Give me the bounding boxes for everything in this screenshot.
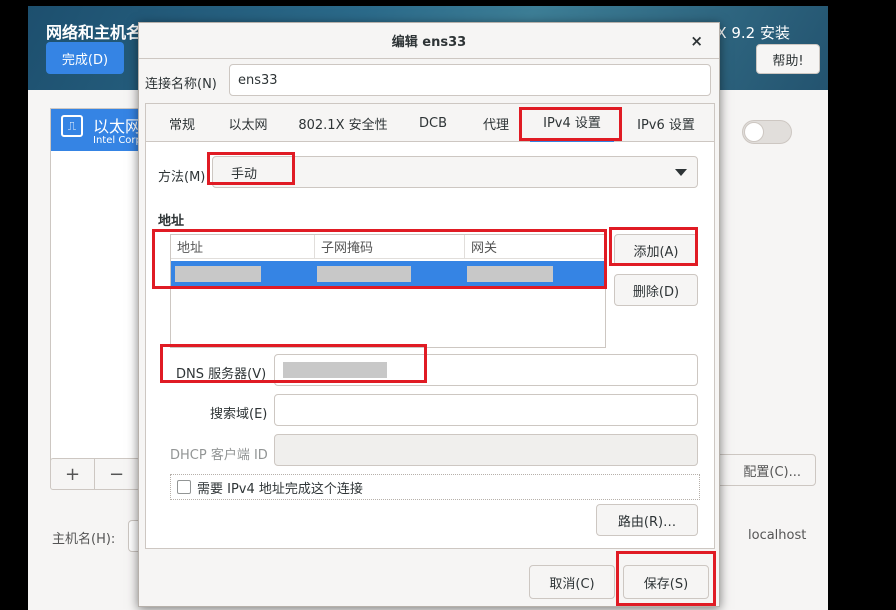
page-title: 网络和主机名 xyxy=(46,23,143,42)
add-address-button[interactable]: 添加(A) xyxy=(614,234,698,266)
close-icon[interactable]: × xyxy=(690,32,703,50)
help-button[interactable]: 帮助! xyxy=(756,44,820,74)
tab-general[interactable]: 常规 xyxy=(156,104,208,142)
tab-bar: 常规 以太网 802.1X 安全性 DCB 代理 IPv4 设置 IPv6 设置 xyxy=(146,104,714,142)
column-header-gateway[interactable]: 网关 xyxy=(465,235,607,259)
connection-name-label: 连接名称(N) xyxy=(145,77,217,92)
gateway-cell-redacted[interactable] xyxy=(467,266,553,282)
cancel-button[interactable]: 取消(C) xyxy=(529,565,615,599)
save-button[interactable]: 保存(S) xyxy=(623,565,709,599)
ethernet-icon: ⎍ xyxy=(61,115,83,137)
current-hostname-value: localhost xyxy=(748,528,807,543)
toggle-knob xyxy=(744,122,764,142)
connection-list: ⎍ 以太网 Intel Corp xyxy=(50,108,150,480)
dns-servers-label: DNS 服务器(V) xyxy=(176,367,267,382)
method-label: 方法(M) xyxy=(158,170,206,185)
tab-ethernet[interactable]: 以太网 xyxy=(218,104,278,142)
remove-connection-button[interactable]: − xyxy=(95,459,139,489)
tab-8021x-security[interactable]: 802.1X 安全性 xyxy=(290,104,396,142)
add-connection-button[interactable]: + xyxy=(51,459,95,489)
connection-item-ethernet[interactable]: ⎍ 以太网 Intel Corp xyxy=(51,109,149,151)
dropdown-arrow-icon xyxy=(675,169,687,176)
method-value: 手动 xyxy=(231,166,258,182)
address-section-title: 地址 xyxy=(158,214,185,229)
column-header-address[interactable]: 地址 xyxy=(171,235,315,259)
connection-item-name: 以太网 xyxy=(93,117,142,136)
dns-value-redacted xyxy=(283,362,387,378)
connection-item-vendor: Intel Corp xyxy=(93,135,142,146)
netmask-cell-redacted[interactable] xyxy=(317,266,411,282)
tab-ipv4-settings[interactable]: IPv4 设置 xyxy=(530,104,614,142)
method-select[interactable]: 手动 xyxy=(212,156,698,188)
dhcp-client-id-input[interactable] xyxy=(274,434,698,466)
address-table: 地址 子网掩码 网关 xyxy=(170,234,607,348)
tab-proxy[interactable]: 代理 xyxy=(470,104,522,142)
tab-ipv6-settings[interactable]: IPv6 设置 xyxy=(624,104,708,142)
require-ipv4-label: 需要 IPv4 地址完成这个连接 xyxy=(197,481,363,497)
done-button[interactable]: 完成(D) xyxy=(46,42,124,74)
settings-notebook: 常规 以太网 802.1X 安全性 DCB 代理 IPv4 设置 IPv6 设置… xyxy=(145,103,715,549)
require-ipv4-checkbox[interactable] xyxy=(177,480,191,494)
delete-address-button[interactable]: 删除(D) xyxy=(614,274,698,306)
install-title: X 9.2 安装 xyxy=(716,24,790,42)
tab-dcb[interactable]: DCB xyxy=(408,104,458,142)
connection-toggle[interactable] xyxy=(742,120,792,144)
dns-servers-input[interactable] xyxy=(274,354,698,386)
configure-button[interactable]: 配置(C)... xyxy=(716,454,816,486)
hostname-label: 主机名(H): xyxy=(52,532,116,547)
table-row[interactable] xyxy=(171,261,605,287)
dhcp-client-id-label: DHCP 客户端 ID xyxy=(170,448,268,463)
column-header-netmask[interactable]: 子网掩码 xyxy=(315,235,465,259)
edit-connection-dialog: 编辑 ens33 × 连接名称(N) ens33 常规 以太网 802.1X 安… xyxy=(138,22,720,607)
search-domain-label: 搜索域(E) xyxy=(210,407,268,422)
connection-add-remove: + − xyxy=(50,458,140,490)
connection-name-input[interactable]: ens33 xyxy=(229,64,711,96)
search-domain-input[interactable] xyxy=(274,394,698,426)
require-ipv4-checkbox-row[interactable]: 需要 IPv4 地址完成这个连接 xyxy=(170,474,700,500)
address-cell-redacted[interactable] xyxy=(175,266,261,282)
routes-button[interactable]: 路由(R)… xyxy=(596,504,698,536)
dialog-title: 编辑 ens33 xyxy=(139,23,719,59)
